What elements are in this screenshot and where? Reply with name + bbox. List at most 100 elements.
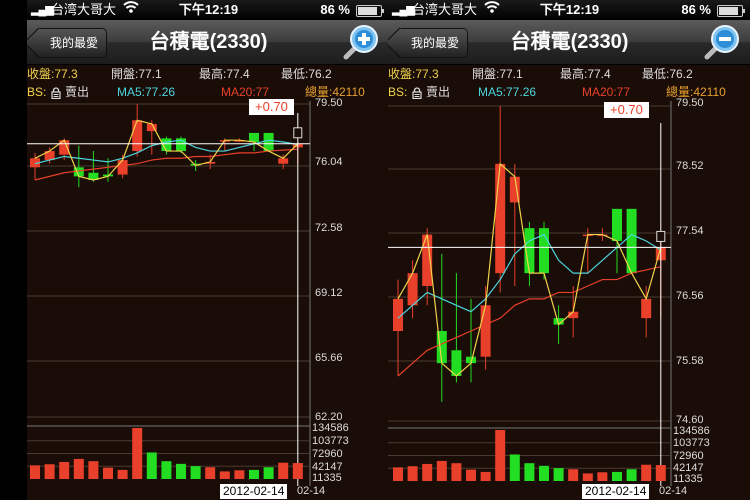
volume-tick: 103773 bbox=[312, 435, 349, 447]
volume-bar bbox=[146, 452, 157, 479]
price-tick: 72.58 bbox=[315, 222, 343, 234]
zoom-out-icon[interactable] bbox=[703, 23, 741, 61]
volume-bar bbox=[568, 469, 579, 481]
price-chart[interactable]: 79.50 76.04 72.58 69.12 65.66 62.20 +0.7… bbox=[27, 97, 390, 500]
volume-tick: 134586 bbox=[312, 422, 349, 434]
battery-percent: 86 % bbox=[320, 2, 350, 17]
battery-percent: 86 % bbox=[681, 2, 711, 17]
crosshair-lock-icon bbox=[656, 230, 666, 242]
price-tick: 79.50 bbox=[315, 97, 343, 109]
volume-tick: 11335 bbox=[312, 472, 342, 484]
volume-tick: 72960 bbox=[673, 450, 704, 462]
volume-bar bbox=[597, 472, 608, 481]
volume-bar bbox=[190, 466, 201, 479]
price-tick: 79.50 bbox=[676, 97, 704, 109]
bs-label: BS: bbox=[388, 85, 408, 99]
crosshair-lock-icon bbox=[293, 127, 303, 139]
volume-bar bbox=[407, 466, 418, 481]
low-price: 最低:76.2 bbox=[642, 67, 693, 81]
volume-bar bbox=[509, 454, 520, 481]
volume-bar bbox=[30, 465, 40, 479]
volume-bar bbox=[132, 428, 143, 479]
volume-bar bbox=[539, 465, 549, 481]
price-tick: 77.54 bbox=[676, 225, 704, 237]
volume-bar bbox=[436, 460, 447, 481]
candle-body bbox=[117, 160, 128, 175]
bs-value: 賣出 bbox=[65, 85, 90, 99]
price-tick: 76.04 bbox=[315, 156, 343, 168]
low-price: 最低:76.2 bbox=[281, 67, 332, 81]
price-chart[interactable]: 79.50 78.52 77.54 76.56 75.58 74.60 +0.7… bbox=[388, 97, 750, 500]
zoom-in-icon[interactable] bbox=[342, 23, 380, 61]
volume-bar bbox=[249, 469, 259, 479]
volume-bar bbox=[393, 467, 403, 481]
candle-body bbox=[641, 298, 652, 319]
volume-bar bbox=[176, 463, 186, 479]
volume-bar bbox=[466, 469, 476, 481]
battery-icon bbox=[356, 5, 384, 17]
selected-date: 2012-02-14 bbox=[582, 484, 650, 499]
page-title: 台積電(2330) bbox=[149, 31, 268, 53]
selected-date: 2012-02-14 bbox=[220, 484, 288, 499]
bs-value: 賣出 bbox=[426, 85, 451, 99]
candle-body bbox=[407, 273, 418, 306]
candle-body bbox=[132, 120, 143, 152]
high-price: 最高:77.4 bbox=[199, 67, 250, 81]
price-change: +0.70 bbox=[604, 102, 649, 118]
volume-bar bbox=[582, 473, 593, 481]
ma5-value: MA5:77.26 bbox=[478, 85, 537, 99]
quote-info: 收盤:77.3 開盤:77.1 最高:77.4 最低:76.2 BS: 賣出 M… bbox=[27, 65, 390, 101]
nav-bar: 我的最愛 台積電(2330) bbox=[388, 20, 750, 65]
price-tick: 76.56 bbox=[676, 290, 704, 302]
volume-bar bbox=[161, 461, 172, 479]
candle-body bbox=[626, 208, 637, 274]
volume-bar bbox=[612, 471, 622, 481]
volume-bar bbox=[451, 463, 462, 481]
ma20-value: MA20:77 bbox=[582, 85, 631, 99]
volume-bar bbox=[292, 463, 303, 479]
candle-body bbox=[278, 158, 289, 164]
volume-bar bbox=[59, 461, 70, 479]
date-tail: 02-14 bbox=[297, 485, 326, 497]
volume-bar bbox=[219, 471, 230, 479]
volume-bar bbox=[73, 458, 84, 479]
volume-bar bbox=[626, 469, 637, 481]
left-phone-screen: ▂▄▆ 台湾大哥大 下午12:19 86 % 我的最愛 台積電(2330) 收盤… bbox=[27, 0, 390, 500]
volume-bar bbox=[480, 471, 491, 481]
volume-bar bbox=[422, 463, 433, 481]
volume-bar bbox=[117, 469, 128, 479]
volume-bar bbox=[263, 467, 274, 479]
ma5-value: MA5:77.26 bbox=[117, 85, 176, 99]
price-tick: 75.58 bbox=[676, 355, 704, 367]
status-bar: ▂▄▆ 台湾大哥大 下午12:19 86 % bbox=[388, 0, 750, 20]
volume-bar bbox=[88, 461, 99, 479]
volume-tick: 134586 bbox=[673, 425, 710, 437]
volume-bar bbox=[524, 463, 535, 481]
date-tail: 02-14 bbox=[659, 485, 688, 497]
bs-label: BS: bbox=[27, 85, 47, 99]
open-price: 開盤:77.1 bbox=[472, 67, 523, 81]
volume-bar bbox=[44, 464, 55, 479]
volume-bar bbox=[655, 465, 666, 481]
volume-bar bbox=[205, 467, 216, 479]
candle-body bbox=[480, 305, 491, 357]
volume-bar bbox=[553, 468, 564, 481]
high-price: 最高:77.4 bbox=[560, 67, 611, 81]
battery-icon bbox=[717, 5, 745, 17]
candle-body bbox=[495, 163, 506, 274]
candle-body bbox=[612, 208, 622, 241]
volume-bar bbox=[234, 470, 245, 479]
volume-tick: 72960 bbox=[312, 448, 343, 460]
candle-body bbox=[249, 132, 259, 142]
close-price: 收盤:77.3 bbox=[27, 67, 78, 81]
price-tick: 78.52 bbox=[676, 160, 704, 172]
price-tick: 69.12 bbox=[315, 287, 343, 299]
price-tick: 65.66 bbox=[315, 352, 343, 364]
close-price: 收盤:77.3 bbox=[388, 67, 439, 81]
right-phone-screen: ▂▄▆ 台湾大哥大 下午12:19 86 % 我的最愛 台積電(2330) 收盤… bbox=[388, 0, 750, 500]
page-title: 台積電(2330) bbox=[510, 31, 629, 53]
volume-bar bbox=[278, 462, 289, 479]
nav-bar: 我的最愛 台積電(2330) bbox=[27, 20, 390, 65]
volume-bar bbox=[641, 464, 652, 481]
price-change: +0.70 bbox=[249, 99, 294, 115]
